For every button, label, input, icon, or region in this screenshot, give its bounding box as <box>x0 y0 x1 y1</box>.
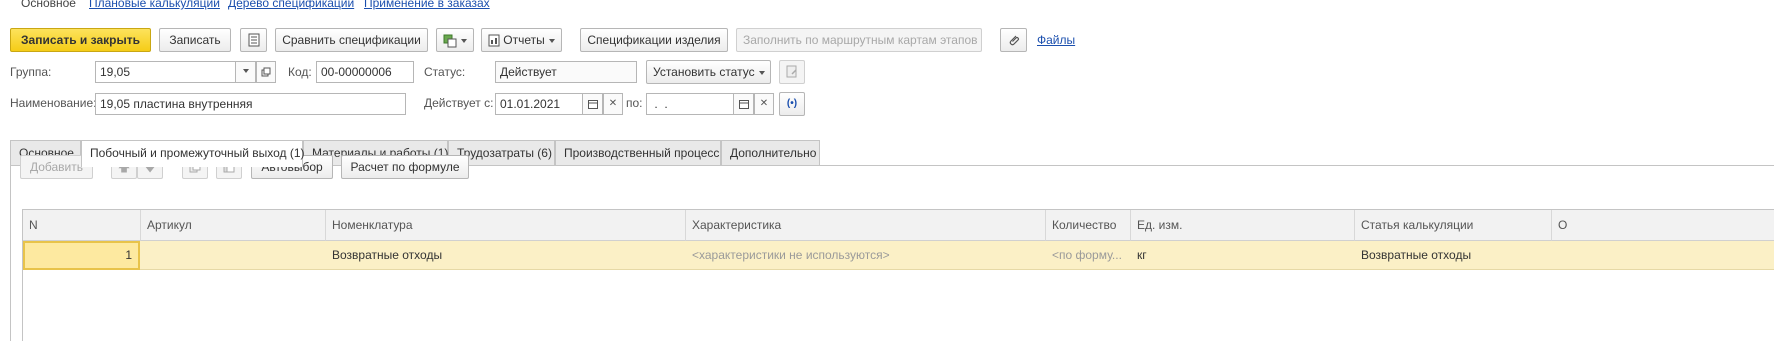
column-header-cost-item[interactable]: Статья калькуляции <box>1355 210 1552 241</box>
group-field[interactable]: 19,05 <box>95 61 236 83</box>
column-header-nomenclature[interactable]: Номенклатура <box>326 210 686 241</box>
table-cell-quantity[interactable]: <по форму... <box>1046 241 1131 270</box>
create-based-on-button[interactable] <box>436 28 474 52</box>
files-link[interactable]: Файлы <box>1037 32 1075 48</box>
document-list-button[interactable] <box>240 28 267 52</box>
nav-link-plan-calculations[interactable]: Плановые калькуляции <box>89 0 220 11</box>
panel-border <box>10 165 11 341</box>
table-cell-cost-item[interactable]: Возвратные отходы <box>1355 241 1552 270</box>
valid-from-label: Действует с: <box>424 96 494 110</box>
nav-link-spec-tree[interactable]: Дерево спецификации <box>228 0 354 11</box>
chevron-down-icon <box>548 38 555 43</box>
column-header-article[interactable]: Артикул <box>141 210 326 241</box>
compare-specs-button[interactable]: Сравнить спецификации <box>275 28 428 52</box>
nav-link-order-usage[interactable]: Применение в заказах <box>364 0 490 11</box>
chevron-down-icon <box>758 70 765 75</box>
paperclip-icon <box>1009 35 1019 46</box>
calendar-icon <box>738 100 749 109</box>
valid-to-clear-button[interactable]: ✕ <box>754 93 774 115</box>
close-icon: ✕ <box>608 98 618 109</box>
set-status-label: Установить статус <box>653 65 755 79</box>
chevron-down-icon <box>461 38 467 43</box>
document-edit-icon <box>786 65 797 78</box>
group-open-button[interactable] <box>256 61 276 83</box>
tab-additional[interactable]: Дополнительно <box>721 140 820 166</box>
set-status-button[interactable]: Установить статус <box>646 60 771 84</box>
name-label: Наименование: <box>10 96 97 110</box>
reports-button[interactable]: Отчеты <box>481 28 562 52</box>
valid-from-field[interactable]: 01.01.2021 <box>495 93 583 115</box>
close-icon: ✕ <box>759 98 769 109</box>
group-label: Группа: <box>10 65 52 79</box>
reports-icon <box>488 34 500 47</box>
valid-from-calendar-button[interactable] <box>583 93 603 115</box>
table-cell-article[interactable] <box>141 241 326 270</box>
code-field[interactable]: 00-00000006 <box>316 61 414 83</box>
table-cell-nomenclature[interactable]: Возвратные отходы <box>326 241 686 270</box>
valid-to-calendar-button[interactable] <box>734 93 754 115</box>
column-header-characteristic[interactable]: Характеристика <box>686 210 1046 241</box>
table-cell-unit[interactable]: кг <box>1131 241 1355 270</box>
nav-current-main[interactable]: Основное <box>21 0 76 11</box>
valid-from-clear-button[interactable]: ✕ <box>603 93 623 115</box>
status-field: Действует <box>495 61 637 83</box>
reports-label: Отчеты <box>503 33 545 47</box>
create-based-on-icon <box>443 34 457 48</box>
valid-to-label: по: <box>626 96 643 110</box>
attach-file-button[interactable] <box>1000 28 1027 52</box>
status-label: Статус: <box>424 65 466 79</box>
table-cell-characteristic[interactable]: <характеристики не используются> <box>686 241 1046 270</box>
column-header-unit[interactable]: Ед. изм. <box>1131 210 1355 241</box>
broadcast-icon: (•) <box>786 98 798 109</box>
tab-production-process[interactable]: Производственный процесс <box>555 140 721 166</box>
save-and-close-button[interactable]: Записать и закрыть <box>10 28 151 52</box>
column-header-quantity[interactable]: Количество <box>1046 210 1131 241</box>
open-window-icon <box>261 67 271 77</box>
valid-to-field[interactable]: . . <box>646 93 734 115</box>
column-header-n[interactable]: N <box>23 210 141 241</box>
period-settings-button[interactable]: (•) <box>779 92 805 116</box>
column-header-extra[interactable]: О <box>1552 210 1774 241</box>
calendar-icon <box>587 100 598 109</box>
save-button[interactable]: Записать <box>159 28 231 52</box>
chevron-down-icon <box>242 69 249 74</box>
status-history-button[interactable] <box>779 60 805 84</box>
product-specs-button[interactable]: Спецификации изделия <box>580 28 728 52</box>
name-field[interactable]: 19,05 пластина внутренняя <box>95 93 406 115</box>
group-dropdown-button[interactable] <box>236 61 256 83</box>
table-cell-n[interactable]: 1 <box>23 241 140 270</box>
fill-by-route-maps-button[interactable]: Заполнить по маршрутным картам этапов <box>736 28 982 52</box>
code-label: Код: <box>288 65 312 79</box>
calc-by-formula-button[interactable]: Расчет по формуле <box>341 155 469 179</box>
document-list-icon <box>248 33 259 47</box>
tab-byproduct-output[interactable]: Побочный и промежуточный выход (1) <box>81 140 305 167</box>
